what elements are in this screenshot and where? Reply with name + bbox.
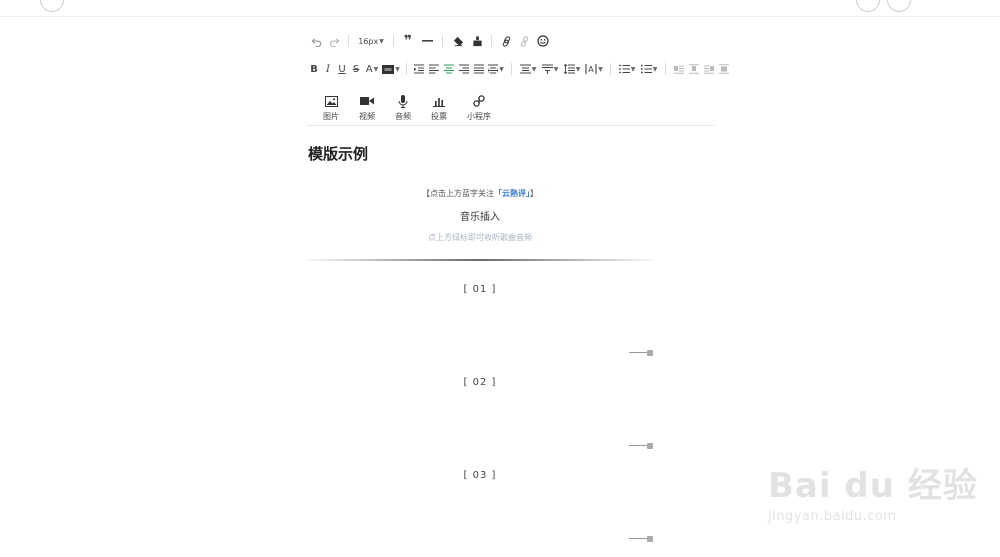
video-camera-icon xyxy=(360,94,374,108)
insert-vote-label: 投票 xyxy=(431,112,447,121)
microphone-icon xyxy=(398,94,408,108)
insert-video-label: 视频 xyxy=(359,112,375,121)
bar-chart-icon xyxy=(433,94,445,108)
watermark-logo: Bai du 经验 xyxy=(768,466,978,506)
float-center-icon[interactable] xyxy=(716,61,731,77)
top-divider xyxy=(0,16,1000,17)
toolbar-separator xyxy=(491,35,492,47)
format-painter-icon[interactable] xyxy=(468,33,486,49)
toolbar-row-1: 16px ▼ ❞ xyxy=(307,33,553,49)
float-none-icon[interactable] xyxy=(686,61,701,77)
decorative-divider xyxy=(307,259,652,261)
insert-image-button[interactable]: 图片 xyxy=(313,94,349,122)
line-height-icon[interactable]: ▼ xyxy=(561,61,583,77)
section-marker-03[interactable]: [ 03 ] xyxy=(300,470,660,481)
insert-video-button[interactable]: 视频 xyxy=(349,94,385,122)
toolbar-separator xyxy=(665,63,666,75)
slider-knob[interactable] xyxy=(647,350,653,356)
follow-prompt[interactable]: 【点击上方蓝字关注「云熟评」】 xyxy=(300,188,660,199)
indent-icon[interactable] xyxy=(412,61,426,77)
insert-audio-label: 音频 xyxy=(395,112,411,121)
insert-miniprogram-button[interactable]: 小程序 xyxy=(457,94,501,122)
bold-icon[interactable]: B xyxy=(307,61,321,77)
align-justify-icon[interactable] xyxy=(471,61,486,77)
redo-icon[interactable] xyxy=(325,33,343,49)
audio-slider-handle[interactable] xyxy=(629,535,653,543)
media-insert-bar: 图片 视频 音频 投票 小程序 xyxy=(313,94,501,122)
insert-audio-button[interactable]: 音频 xyxy=(385,94,421,122)
section-marker-01[interactable]: [ 01 ] xyxy=(300,284,660,295)
toolbar-separator xyxy=(442,35,443,47)
svg-text:A: A xyxy=(588,65,594,74)
background-color-icon[interactable]: ▼ xyxy=(381,61,401,77)
chevron-down-icon: ▼ xyxy=(379,37,384,45)
section-marker-02[interactable]: [ 02 ] xyxy=(300,377,660,388)
slider-knob[interactable] xyxy=(647,443,653,449)
miniprogram-icon xyxy=(473,94,485,108)
letter-spacing-icon[interactable]: A ▼ xyxy=(583,61,605,77)
toolbar-separator xyxy=(348,35,349,47)
top-left-icon[interactable] xyxy=(40,0,64,12)
strikethrough-icon[interactable]: S xyxy=(349,61,363,77)
toolbar-separator xyxy=(393,35,394,47)
toolbar-row-2: B I U S A ▼ ▼ ▼ ▼ ▼ ▼ A ▼ ▼ ▼ xyxy=(307,61,731,77)
baidu-jingyan-watermark: Bai du 经验 jingyan.baidu.com xyxy=(768,458,978,524)
toolbar-separator xyxy=(610,63,611,75)
paragraph-spacing-bottom-icon[interactable]: ▼ xyxy=(539,61,561,77)
music-heading[interactable]: 音乐插入 xyxy=(300,208,660,223)
float-right-icon[interactable] xyxy=(701,61,716,77)
eraser-icon[interactable] xyxy=(448,33,468,49)
ordered-list-icon[interactable]: ▼ xyxy=(616,61,638,77)
follow-account-link[interactable]: 「云熟评」 xyxy=(494,189,530,198)
follow-prefix: 【点击上方蓝字关注 xyxy=(422,189,494,198)
underline-icon[interactable]: U xyxy=(335,61,349,77)
watermark-url: jingyan.baidu.com xyxy=(768,509,897,524)
link-icon[interactable] xyxy=(497,33,515,49)
emoji-icon[interactable] xyxy=(533,33,553,49)
slider-track xyxy=(629,352,648,353)
toolbar-divider xyxy=(307,125,714,126)
unlink-icon[interactable] xyxy=(515,33,533,49)
paragraph-spacing-top-icon[interactable]: ▼ xyxy=(517,61,539,77)
blockquote-icon[interactable]: ❞ xyxy=(399,33,417,49)
italic-icon[interactable]: I xyxy=(321,61,335,77)
follow-suffix: 】 xyxy=(530,189,538,198)
align-right-icon[interactable] xyxy=(456,61,471,77)
float-left-icon[interactable] xyxy=(671,61,686,77)
audio-slider-handle[interactable] xyxy=(629,349,653,357)
image-icon xyxy=(324,94,338,108)
slider-track xyxy=(629,445,648,446)
audio-slider-handle[interactable] xyxy=(629,442,653,450)
unordered-list-icon[interactable]: ▼ xyxy=(638,61,660,77)
toolbar-separator xyxy=(511,63,512,75)
font-size-value: 16px xyxy=(358,36,379,46)
slider-track xyxy=(629,538,648,539)
undo-icon[interactable] xyxy=(307,33,325,49)
insert-vote-button[interactable]: 投票 xyxy=(421,94,457,122)
align-distribute-icon[interactable]: ▼ xyxy=(486,61,506,77)
align-center-icon[interactable] xyxy=(441,61,456,77)
insert-image-label: 图片 xyxy=(323,112,339,121)
template-title: 模版示例 xyxy=(308,145,369,163)
font-size-select[interactable]: 16px ▼ xyxy=(354,33,388,49)
slider-knob[interactable] xyxy=(647,536,653,542)
insert-miniprogram-label: 小程序 xyxy=(467,112,491,121)
toolbar-separator xyxy=(406,63,407,75)
horizontal-rule-icon[interactable] xyxy=(417,33,437,49)
font-color-icon[interactable]: A ▼ xyxy=(363,61,381,77)
align-left-icon[interactable] xyxy=(426,61,441,77)
top-right-icon-2[interactable] xyxy=(887,0,911,12)
top-right-icon-1[interactable] xyxy=(856,0,880,12)
music-hint[interactable]: 点上方绿标即可收听歌曲音频 xyxy=(300,232,660,243)
